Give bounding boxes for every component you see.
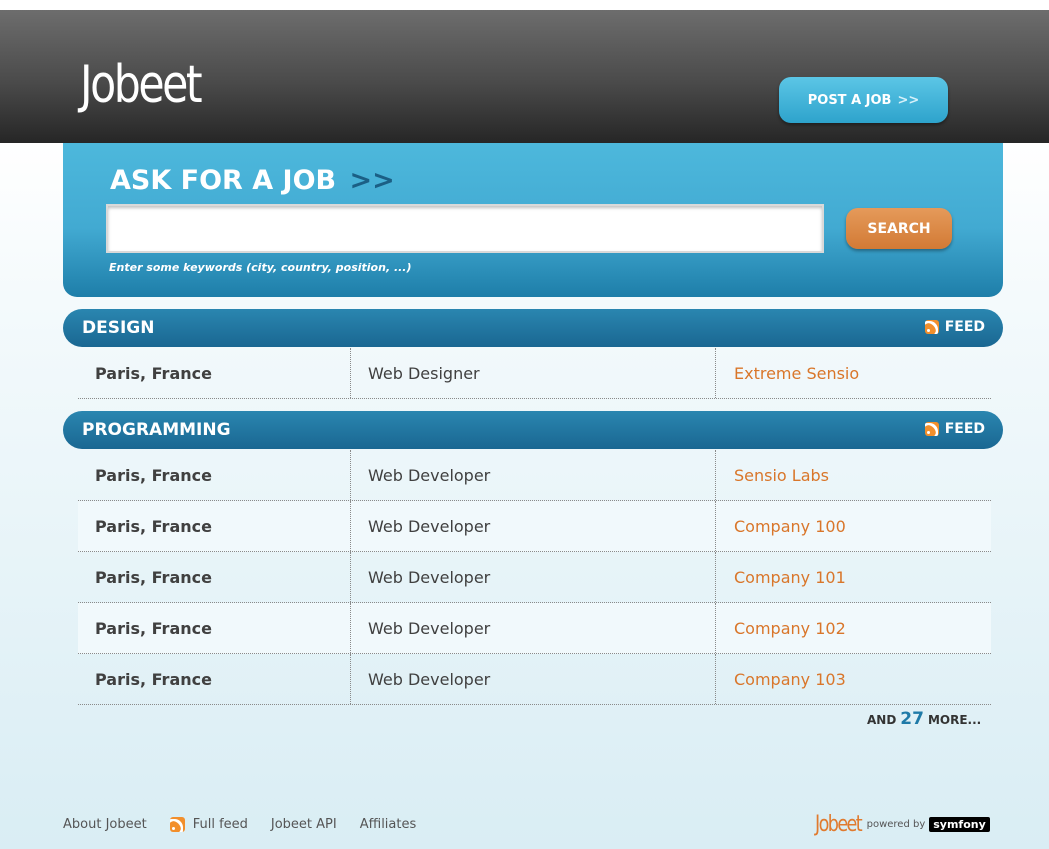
footer-link-api[interactable]: Jobeet API (271, 817, 337, 832)
search-title: ASK FOR A JOB >> (110, 165, 395, 196)
job-company: Company 102 (734, 618, 846, 638)
search-panel: ASK FOR A JOB >> SEARCH Enter some keywo… (63, 143, 1003, 297)
more-count: 27 (900, 709, 924, 729)
job-company: Company 101 (734, 567, 846, 587)
symfony-logo[interactable]: symfony (929, 817, 990, 832)
jobs-table-programming: Paris, France Web Developer Sensio Labs … (78, 450, 991, 705)
job-location: Paris, France (78, 450, 351, 500)
category-header-programming: PROGRAMMING FEED (63, 411, 1003, 449)
more-suffix: MORE... (927, 713, 982, 727)
post-job-button[interactable]: POST A JOB >> (779, 77, 948, 123)
more-jobs-link[interactable]: AND 27 MORE... (867, 709, 981, 729)
job-location: Paris, France (78, 552, 351, 602)
job-position[interactable]: Web Developer (351, 501, 716, 551)
job-position[interactable]: Web Designer (351, 348, 716, 398)
category-header-design: DESIGN FEED (63, 309, 1003, 347)
rss-icon (924, 320, 939, 334)
job-location: Paris, France (78, 501, 351, 551)
powered-by: Jobeet powered by symfony (815, 812, 990, 837)
powered-by-text: powered by (866, 819, 926, 830)
feed-label: FEED (944, 319, 985, 335)
more-prefix: AND (867, 713, 897, 727)
search-help-text: Enter some keywords (city, country, posi… (109, 261, 412, 274)
job-company: Company 103 (734, 669, 846, 689)
category-title[interactable]: PROGRAMMING (82, 420, 231, 440)
footer-link-label: Full feed (192, 817, 248, 832)
category-title[interactable]: DESIGN (82, 318, 154, 338)
footer-links: About Jobeet Full feed Jobeet API Affili… (63, 817, 439, 832)
table-row[interactable]: Paris, France Web Developer Company 103 (78, 654, 991, 705)
job-location: Paris, France (78, 603, 351, 653)
double-arrow-icon: >> (349, 165, 395, 196)
feed-label: FEED (944, 421, 985, 437)
search-button[interactable]: SEARCH (846, 208, 952, 249)
job-company: Extreme Sensio (734, 363, 860, 383)
feed-link[interactable]: FEED (924, 421, 985, 437)
jobeet-logo[interactable]: Jobeet (80, 55, 203, 115)
job-position[interactable]: Web Developer (351, 552, 716, 602)
jobs-table-design: Paris, France Web Designer Extreme Sensi… (78, 348, 991, 399)
table-row[interactable]: Paris, France Web Developer Company 102 (78, 603, 991, 654)
job-position[interactable]: Web Developer (351, 654, 716, 704)
job-position[interactable]: Web Developer (351, 603, 716, 653)
table-row[interactable]: Paris, France Web Developer Company 100 (78, 501, 991, 552)
footer-link-full-feed[interactable]: Full feed (169, 817, 248, 832)
job-company: Sensio Labs (734, 465, 830, 485)
job-location: Paris, France (78, 348, 351, 398)
footer-link-about[interactable]: About Jobeet (63, 817, 147, 832)
table-row[interactable]: Paris, France Web Designer Extreme Sensi… (78, 348, 991, 399)
search-title-text: ASK FOR A JOB (110, 165, 337, 196)
post-job-label: POST A JOB (807, 92, 892, 108)
job-position[interactable]: Web Developer (351, 450, 716, 500)
double-arrow-icon: >> (897, 92, 920, 108)
job-company: Company 100 (734, 516, 846, 536)
job-location: Paris, France (78, 654, 351, 704)
footer-link-affiliates[interactable]: Affiliates (360, 817, 417, 832)
table-row[interactable]: Paris, France Web Developer Company 101 (78, 552, 991, 603)
rss-icon (169, 817, 185, 832)
table-row[interactable]: Paris, France Web Developer Sensio Labs (78, 450, 991, 501)
header-bar: Jobeet POST A JOB >> (0, 10, 1049, 143)
feed-link[interactable]: FEED (924, 319, 985, 335)
search-input[interactable] (106, 204, 824, 253)
rss-icon (924, 422, 939, 436)
footer-jobeet-logo[interactable]: Jobeet (815, 812, 863, 837)
